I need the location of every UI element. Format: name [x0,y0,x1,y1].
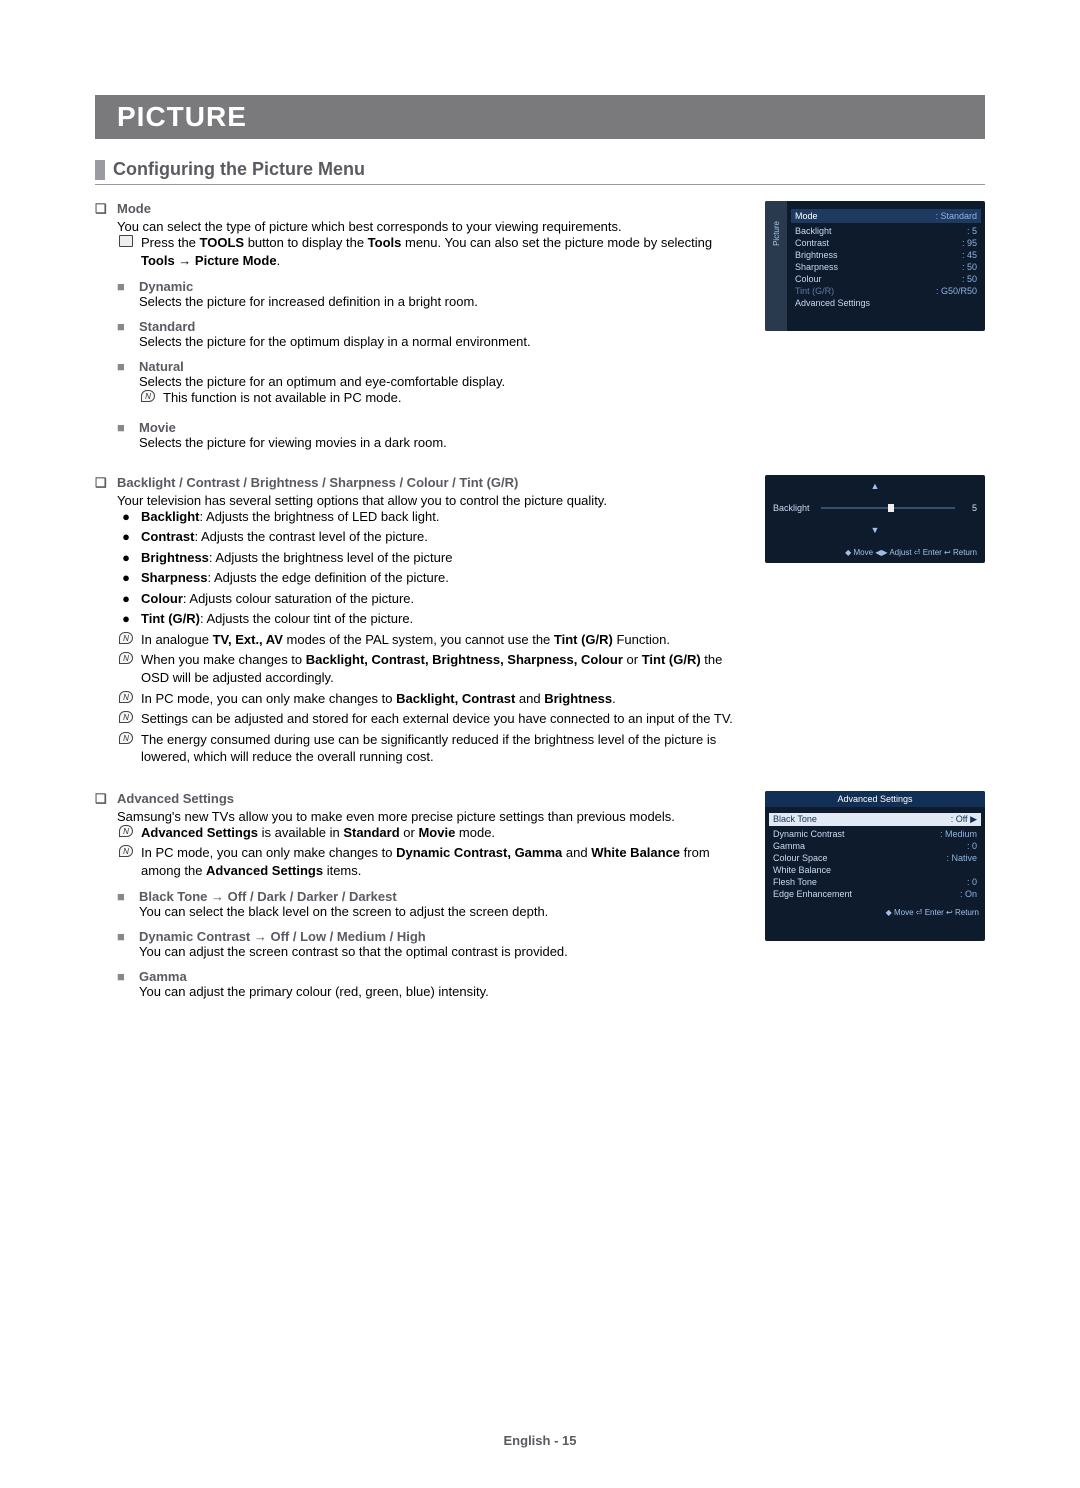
params-note4: Settings can be adjusted and stored for … [141,710,733,728]
manual-page: PICTURE Configuring the Picture Menu ❏ M… [0,0,1080,1488]
heading-accent [95,160,105,180]
gamma-heading: Gamma [139,969,745,984]
movie-heading: Movie [139,420,745,435]
dot-bullet-icon: ● [117,569,135,587]
standard-heading: Standard [139,319,745,334]
params-note5: The energy consumed during use can be si… [141,731,745,766]
section-heading-row: Configuring the Picture Menu [95,159,985,185]
page-title-bar: PICTURE [95,95,985,139]
dot-bullet-icon: ● [117,549,135,567]
dynamic-heading: Dynamic [139,279,745,294]
osd-backlight-slider: ▲ Backlight 5 ▼ ◆ Move ◀▶ Adjust ⏎ Enter… [765,475,985,563]
list-square-icon: ■ [117,969,139,999]
square-bullet-icon: ❏ [95,201,117,453]
params-heading: Backlight / Contrast / Brightness / Shar… [117,475,745,490]
list-square-icon: ■ [117,929,139,959]
standard-text: Selects the picture for the optimum disp… [139,334,745,349]
note-icon: N [119,711,133,723]
note-icon: N [119,652,133,664]
page-footer: English - 15 [0,1433,1080,1448]
natural-note: This function is not available in PC mod… [163,389,401,407]
list-square-icon: ■ [117,359,139,410]
dynamic-text: Selects the picture for increased defini… [139,294,745,309]
adv-heading: Advanced Settings [117,791,745,806]
list-square-icon: ■ [117,420,139,450]
tools-icon [119,235,133,247]
list-square-icon: ■ [117,889,139,919]
note-icon: N [119,845,133,857]
list-square-icon: ■ [117,319,139,349]
blacktone-heading: Black Tone → Off / Dark / Darker / Darke… [139,889,745,904]
adv-intro: Samsung's new TVs allow you to make even… [117,809,745,824]
dot-bullet-icon: ● [117,590,135,608]
list-square-icon: ■ [117,279,139,309]
dyncontrast-heading: Dynamic Contrast → Off / Low / Medium / … [139,929,745,944]
slider-track [821,507,955,509]
gamma-text: You can adjust the primary colour (red, … [139,984,745,999]
mode-tools-note: Press the TOOLS button to display the To… [141,234,745,269]
dot-bullet-icon: ● [117,528,135,546]
mode-intro: You can select the type of picture which… [117,219,745,234]
note-icon: N [119,632,133,644]
params-intro: Your television has several setting opti… [117,493,745,508]
square-bullet-icon: ❏ [95,475,117,769]
square-bullet-icon: ❏ [95,791,117,1003]
natural-text: Selects the picture for an optimum and e… [139,374,745,389]
page-title: PICTURE [117,101,247,132]
natural-heading: Natural [139,359,745,374]
mode-heading: Mode [117,201,745,216]
osd-picture-menu: Picture Mode: Standard Backlight: 5 Cont… [765,201,985,331]
osd-advanced-settings: Advanced Settings Black Tone: Off ▶ Dyna… [765,791,985,941]
osd-sidebar-label: Picture [772,221,781,246]
note-icon: N [119,825,133,837]
movie-text: Selects the picture for viewing movies i… [139,435,745,450]
dot-bullet-icon: ● [117,610,135,628]
section-heading: Configuring the Picture Menu [113,159,365,180]
note-icon: N [119,732,133,744]
note-icon: N [119,691,133,703]
dyncontrast-text: You can adjust the screen contrast so th… [139,944,745,959]
blacktone-text: You can select the black level on the sc… [139,904,745,919]
note-icon: N [141,390,155,402]
dot-bullet-icon: ● [117,508,135,526]
